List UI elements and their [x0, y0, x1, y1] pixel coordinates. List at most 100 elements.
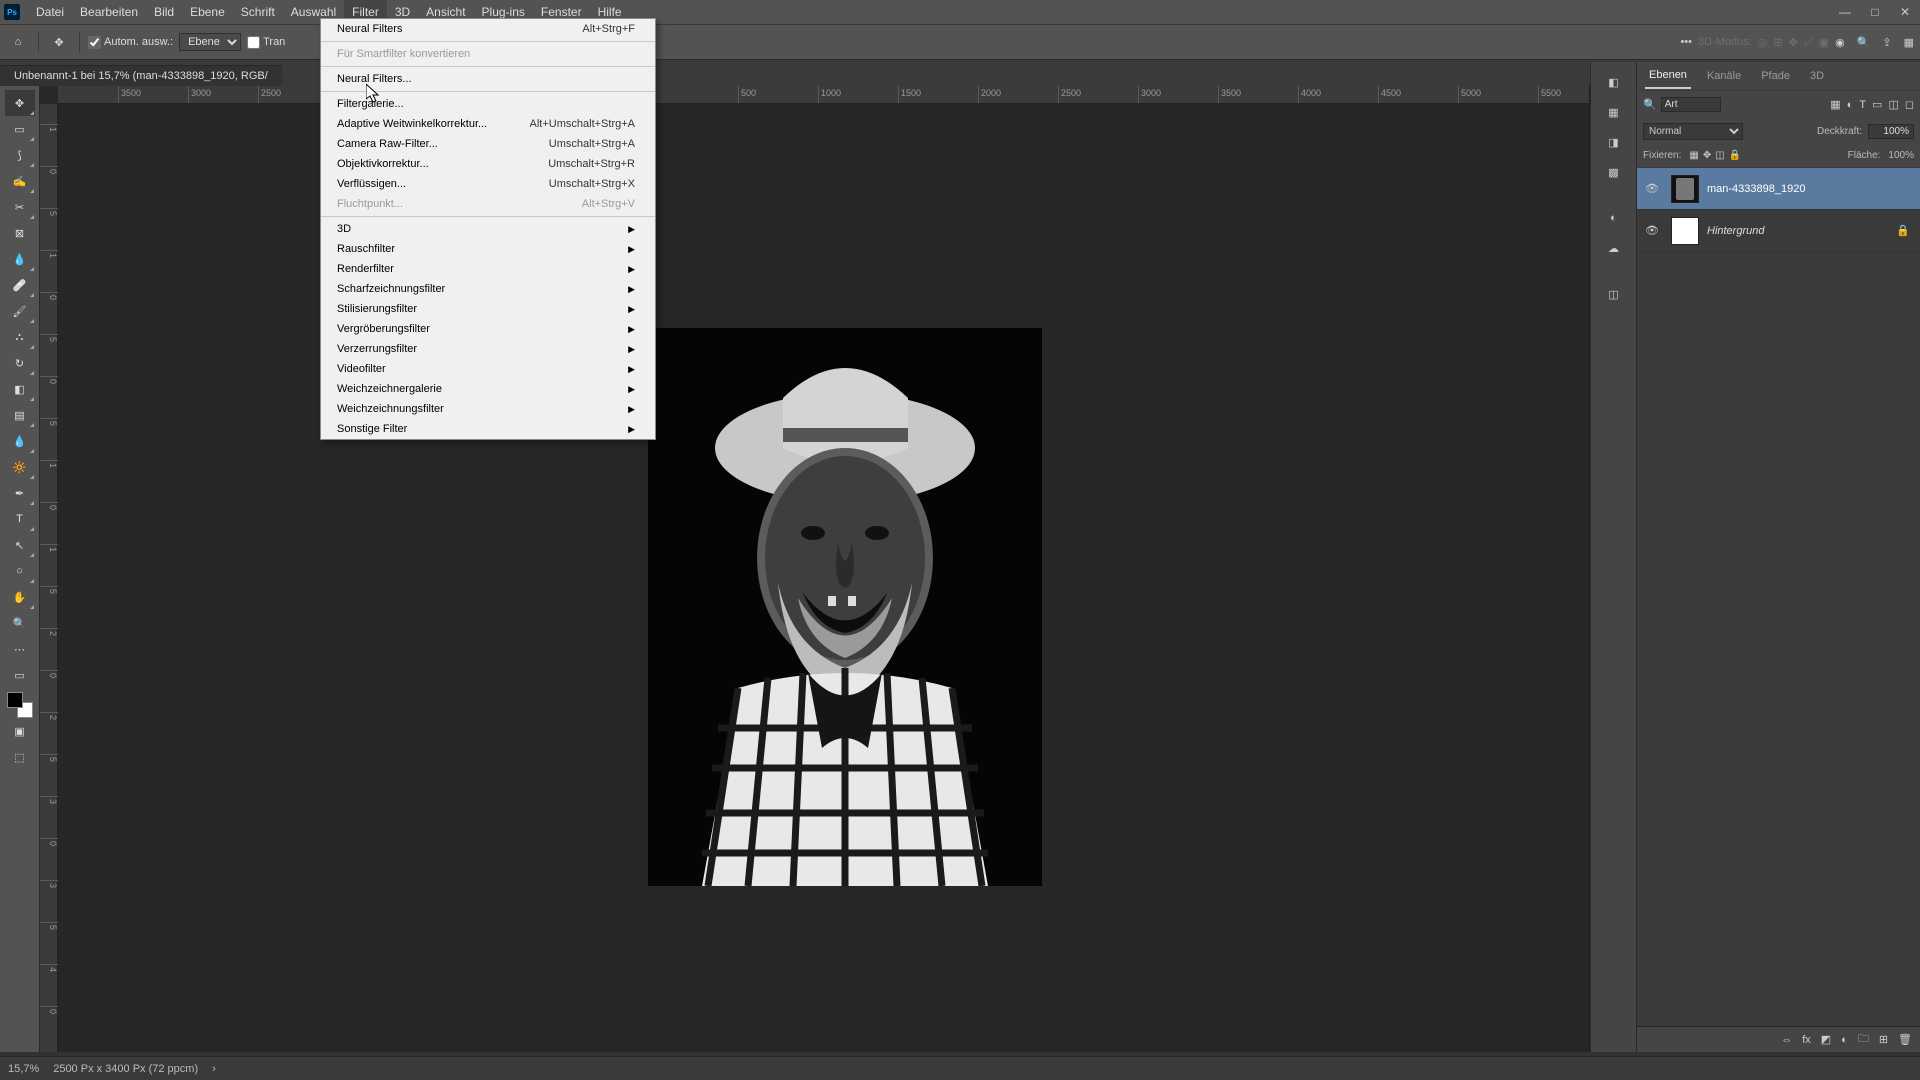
menu-bearbeiten[interactable]: Bearbeiten — [72, 0, 146, 24]
filter-toggle[interactable]: ◻ — [1905, 98, 1914, 111]
libraries-panel-icon[interactable]: ☁ — [1600, 236, 1628, 260]
workspace-icon[interactable]: ▦ — [1904, 36, 1914, 49]
visibility-toggle[interactable]: 👁 — [1641, 224, 1663, 237]
marquee-tool[interactable]: ▭ — [5, 116, 35, 142]
type-tool[interactable]: T — [5, 506, 35, 532]
dodge-tool[interactable]: 🔆 — [5, 454, 35, 480]
screen-mode[interactable]: ▭ — [5, 662, 35, 688]
menu-item-scharfzeichnungsfilter[interactable]: Scharfzeichnungsfilter▶ — [321, 279, 655, 299]
new-layer-icon[interactable]: ⊞ — [1879, 1033, 1888, 1046]
overflow-icon[interactable]: ••• — [1680, 36, 1692, 48]
menu-item-vergr-berungsfilter[interactable]: Vergröberungsfilter▶ — [321, 319, 655, 339]
layer-row[interactable]: 👁Hintergrund🔒 — [1637, 210, 1920, 252]
opacity-value[interactable]: 100% — [1868, 124, 1914, 139]
adjustment-layer-icon[interactable]: ◐ — [1841, 1034, 1848, 1046]
menu-item-verzerrungsfilter[interactable]: Verzerrungsfilter▶ — [321, 339, 655, 359]
shape-tool[interactable]: ○ — [5, 558, 35, 584]
filter-adjust-icon[interactable]: ◐ — [1847, 99, 1854, 111]
panel-tab-kanäle[interactable]: Kanäle — [1703, 64, 1745, 88]
hand-tool[interactable]: ✋ — [5, 584, 35, 610]
horizontal-ruler[interactable]: 3500300025005001000150020002500300035004… — [58, 86, 1589, 104]
layer-thumbnail[interactable] — [1671, 217, 1699, 245]
panel-tab-pfade[interactable]: Pfade — [1757, 64, 1794, 88]
zoom-tool[interactable]: 🔍 — [5, 610, 35, 636]
filter-pixel-icon[interactable]: ▦ — [1830, 98, 1840, 111]
menu-item-filtergalerie-[interactable]: Filtergalerie... — [321, 94, 655, 114]
path-select-tool[interactable]: ↖ — [5, 532, 35, 558]
maximize-button[interactable]: □ — [1860, 5, 1890, 19]
layer-thumbnail[interactable] — [1671, 175, 1699, 203]
adjustments-panel-icon[interactable]: ◐ — [1600, 206, 1628, 230]
layer-name[interactable]: man-4333898_1920 — [1707, 183, 1805, 195]
gradients-panel-icon[interactable]: ◨ — [1600, 130, 1628, 154]
fill-value[interactable]: 100% — [1888, 150, 1914, 161]
panel-tab-3d[interactable]: 3D — [1806, 64, 1828, 88]
cloud-documents-icon[interactable]: ◉ — [1835, 36, 1845, 49]
blur-tool[interactable]: 💧 — [5, 428, 35, 454]
link-layers-icon[interactable]: ⇔ — [1781, 1034, 1792, 1046]
menu-item-adaptive-weitwinkelkorrektur-[interactable]: Adaptive Weitwinkelkorrektur...Alt+Umsch… — [321, 114, 655, 134]
quick-select-tool[interactable]: ✍ — [5, 168, 35, 194]
menu-ebene[interactable]: Ebene — [182, 0, 233, 24]
foreground-color-swatch[interactable] — [7, 692, 23, 708]
layer-name[interactable]: Hintergrund — [1707, 225, 1764, 237]
color-swatches[interactable] — [7, 692, 33, 718]
crop-tool[interactable]: ✂ — [5, 194, 35, 220]
home-icon[interactable]: ⌂ — [6, 30, 30, 54]
group-icon[interactable]: 🗀 — [1858, 1030, 1869, 1049]
canvas[interactable] — [58, 104, 1589, 1052]
layer-mask-icon[interactable]: ◩ — [1821, 1033, 1831, 1046]
share-icon[interactable]: ⇪ — [1882, 36, 1891, 49]
history-brush-tool[interactable]: ↻ — [5, 350, 35, 376]
menu-item-rauschfilter[interactable]: Rauschfilter▶ — [321, 239, 655, 259]
status-arrow-icon[interactable]: › — [212, 1063, 216, 1075]
lock-all-icon[interactable]: 🔒 — [1729, 150, 1741, 161]
swatches-panel-icon[interactable]: ▦ — [1600, 100, 1628, 124]
pen-tool[interactable]: ✒ — [5, 480, 35, 506]
lock-artboard-icon[interactable]: ◫ — [1715, 150, 1724, 161]
filter-smart-icon[interactable]: ◫ — [1888, 98, 1898, 111]
menu-item-objektivkorrektur-[interactable]: Objektivkorrektur...Umschalt+Strg+R — [321, 154, 655, 174]
layer-row[interactable]: 👁 man-4333898_1920 — [1637, 168, 1920, 210]
menu-bild[interactable]: Bild — [146, 0, 182, 24]
document-tab[interactable]: Unbenannt-1 bei 15,7% (man-4333898_1920,… — [0, 65, 282, 86]
brush-tool[interactable]: 🖌 — [5, 298, 35, 324]
lasso-tool[interactable]: ⟆ — [5, 142, 35, 168]
menu-item-weichzeichnergalerie[interactable]: Weichzeichnergalerie▶ — [321, 379, 655, 399]
menu-item-verfl-ssigen-[interactable]: Verflüssigen...Umschalt+Strg+X — [321, 174, 655, 194]
layer-filter-kind[interactable] — [1661, 97, 1721, 112]
gradient-tool[interactable]: ▤ — [5, 402, 35, 428]
lock-pixels-icon[interactable]: ▦ — [1689, 150, 1698, 161]
vertical-ruler[interactable]: 1051050510152025303540 — [40, 104, 58, 1052]
filter-type-icon[interactable]: T — [1859, 99, 1866, 111]
menu-schrift[interactable]: Schrift — [233, 0, 283, 24]
menu-item-camera-raw-filter-[interactable]: Camera Raw-Filter...Umschalt+Strg+A — [321, 134, 655, 154]
menu-item-weichzeichnungsfilter[interactable]: Weichzeichnungsfilter▶ — [321, 399, 655, 419]
auto-select-target-dropdown[interactable]: Ebene — [179, 33, 241, 51]
menu-item-stilisierungsfilter[interactable]: Stilisierungsfilter▶ — [321, 299, 655, 319]
frame-tool[interactable]: ⊠ — [5, 220, 35, 246]
move-tool-icon[interactable]: ✥ — [47, 30, 71, 54]
edit-toolbar[interactable]: ⋯ — [5, 636, 35, 662]
delete-layer-icon[interactable]: 🗑 — [1898, 1033, 1912, 1046]
healing-brush-tool[interactable]: 🩹 — [5, 272, 35, 298]
document-info[interactable]: 2500 Px x 3400 Px (72 ppcm) — [53, 1063, 198, 1075]
minimize-button[interactable]: — — [1830, 5, 1860, 19]
layer-style-icon[interactable]: fx — [1802, 1034, 1811, 1046]
menu-item-sonstige-filter[interactable]: Sonstige Filter▶ — [321, 419, 655, 439]
move-tool[interactable]: ✥ — [5, 90, 35, 116]
filter-shape-icon[interactable]: ▭ — [1872, 98, 1882, 111]
search-icon[interactable]: 🔍 — [1857, 36, 1871, 49]
clone-stamp-tool[interactable]: ⛬ — [5, 324, 35, 350]
blend-mode-dropdown[interactable]: Normal — [1643, 123, 1743, 140]
transform-controls-checkbox[interactable]: Tran — [247, 36, 285, 49]
patterns-panel-icon[interactable]: ▩ — [1600, 160, 1628, 184]
visibility-toggle[interactable]: 👁 — [1641, 182, 1663, 195]
menu-item-neural-filters-[interactable]: Neural Filters... — [321, 69, 655, 89]
menu-item-neural-filters[interactable]: Neural FiltersAlt+Strg+F — [321, 19, 655, 39]
quick-mask[interactable]: ▣ — [5, 718, 35, 744]
screen-mode-2[interactable]: ⬚ — [5, 744, 35, 770]
lock-position-icon[interactable]: ✥ — [1703, 150, 1711, 161]
color-panel-icon[interactable]: ◧ — [1600, 70, 1628, 94]
close-button[interactable]: ✕ — [1890, 5, 1920, 19]
